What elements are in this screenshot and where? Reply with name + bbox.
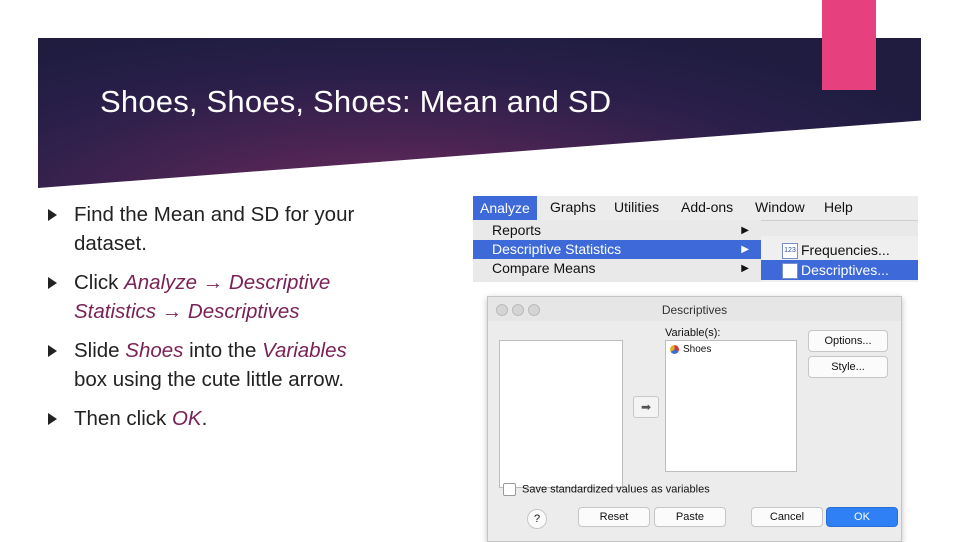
frequencies-icon: 123	[782, 243, 798, 259]
bullet-1-line1: Find the Mean and SD for your	[74, 203, 355, 226]
help-button[interactable]: ?	[527, 509, 547, 529]
bullet-4-tail: .	[201, 407, 208, 430]
bullet-4-text: Then click OK.	[74, 404, 207, 433]
bullet-2-emphasis-2: Statistics → Descriptives	[74, 300, 300, 323]
menu-item-label: Reports	[492, 222, 542, 238]
menu-graphs[interactable]: Graphs	[550, 199, 596, 215]
move-arrow-icon: ➡	[640, 400, 652, 414]
accent-bar	[822, 0, 876, 90]
save-standardized-label: Save standardized values as variables	[522, 483, 710, 496]
dialog-titlebar: Descriptives	[488, 297, 901, 321]
bullet-4-lead: Then click	[74, 407, 172, 430]
bullet-4-emphasis: OK	[171, 407, 202, 430]
menu-item-compare-means[interactable]: Compare Means ▶	[473, 259, 761, 278]
submenu-arrow-icon: ▶	[741, 263, 749, 274]
slide-title: Shoes, Shoes, Shoes: Mean and SD	[100, 84, 612, 119]
bullet-arrow-icon	[48, 209, 57, 221]
descriptives-icon	[782, 263, 798, 279]
bullet-1-line2: dataset.	[74, 232, 147, 255]
menu-item-descriptive-statistics[interactable]: Descriptive Statistics ▶	[473, 240, 761, 259]
bullet-3-lead: Slide	[74, 339, 126, 362]
menu-item-reports[interactable]: Reports ▶	[473, 221, 761, 240]
bullet-arrow-icon	[48, 277, 57, 289]
paste-button[interactable]: Paste	[654, 507, 726, 527]
bullet-3-text: Slide Shoes into the Variables box using…	[74, 336, 347, 394]
menu-add-ons[interactable]: Add-ons	[681, 199, 733, 215]
menu-window[interactable]: Window	[755, 199, 805, 215]
menu-bar: Analyze Graphs Utilities Add-ons Window …	[473, 196, 918, 221]
menu-utilities[interactable]: Utilities	[614, 199, 659, 215]
bullet-2-text: Click Analyze → Descriptive Statistics →…	[74, 268, 330, 326]
descriptive-statistics-submenu: 123 Frequencies... Descriptives...	[761, 236, 918, 282]
bullet-3-emphasis-1: Shoes	[125, 339, 184, 362]
bullet-2-lead: Click	[74, 271, 125, 294]
menu-help[interactable]: Help	[824, 199, 853, 215]
submenu-arrow-icon: ▶	[741, 225, 749, 236]
bullet-2-emphasis-1: Analyze → Descriptive	[124, 271, 331, 294]
variables-list[interactable]: Shoes	[665, 340, 797, 472]
submenu-item-descriptives[interactable]: Descriptives...	[761, 260, 918, 280]
variable-item-shoes[interactable]: Shoes	[670, 344, 711, 355]
variables-label: Variable(s):	[665, 327, 721, 339]
move-variable-button[interactable]: ➡	[633, 396, 659, 418]
dialog-title: Descriptives	[661, 303, 728, 317]
submenu-item-label: Descriptives...	[801, 262, 889, 278]
menu-item-label: Compare Means	[492, 260, 596, 276]
menu-analyze[interactable]: Analyze	[473, 196, 537, 220]
ok-button[interactable]: OK	[826, 507, 898, 527]
options-button[interactable]: Options...	[808, 330, 888, 352]
scale-variable-icon	[670, 344, 679, 354]
cancel-button[interactable]: Cancel	[751, 507, 823, 527]
analyze-menu-screenshot: Analyze Graphs Utilities Add-ons Window …	[473, 196, 918, 282]
bullet-1-text: Find the Mean and SD for your dataset.	[74, 200, 354, 258]
reset-button[interactable]: Reset	[578, 507, 650, 527]
source-variable-list[interactable]	[499, 340, 623, 488]
bullet-3-emphasis-2: Variables	[262, 339, 347, 362]
bullet-arrow-icon	[48, 345, 57, 357]
save-standardized-checkbox[interactable]	[503, 483, 516, 496]
bullet-arrow-icon	[48, 413, 57, 425]
submenu-item-label: Frequencies...	[801, 242, 890, 258]
descriptives-dialog: Descriptives ➡ Variable(s): Shoes Option…	[487, 296, 902, 542]
submenu-item-frequencies[interactable]: 123 Frequencies...	[761, 240, 918, 260]
submenu-arrow-icon: ▶	[741, 244, 749, 255]
style-button[interactable]: Style...	[808, 356, 888, 378]
bullet-3-mid: into the	[183, 339, 263, 362]
analyze-dropdown: Reports ▶ Descriptive Statistics ▶ Compa…	[473, 220, 761, 282]
variable-item-label: Shoes	[683, 344, 712, 355]
save-standardized-row[interactable]: Save standardized values as variables	[503, 483, 710, 496]
bullet-3-line2: box using the cute little arrow.	[74, 368, 345, 391]
menu-item-label: Descriptive Statistics	[492, 241, 622, 257]
